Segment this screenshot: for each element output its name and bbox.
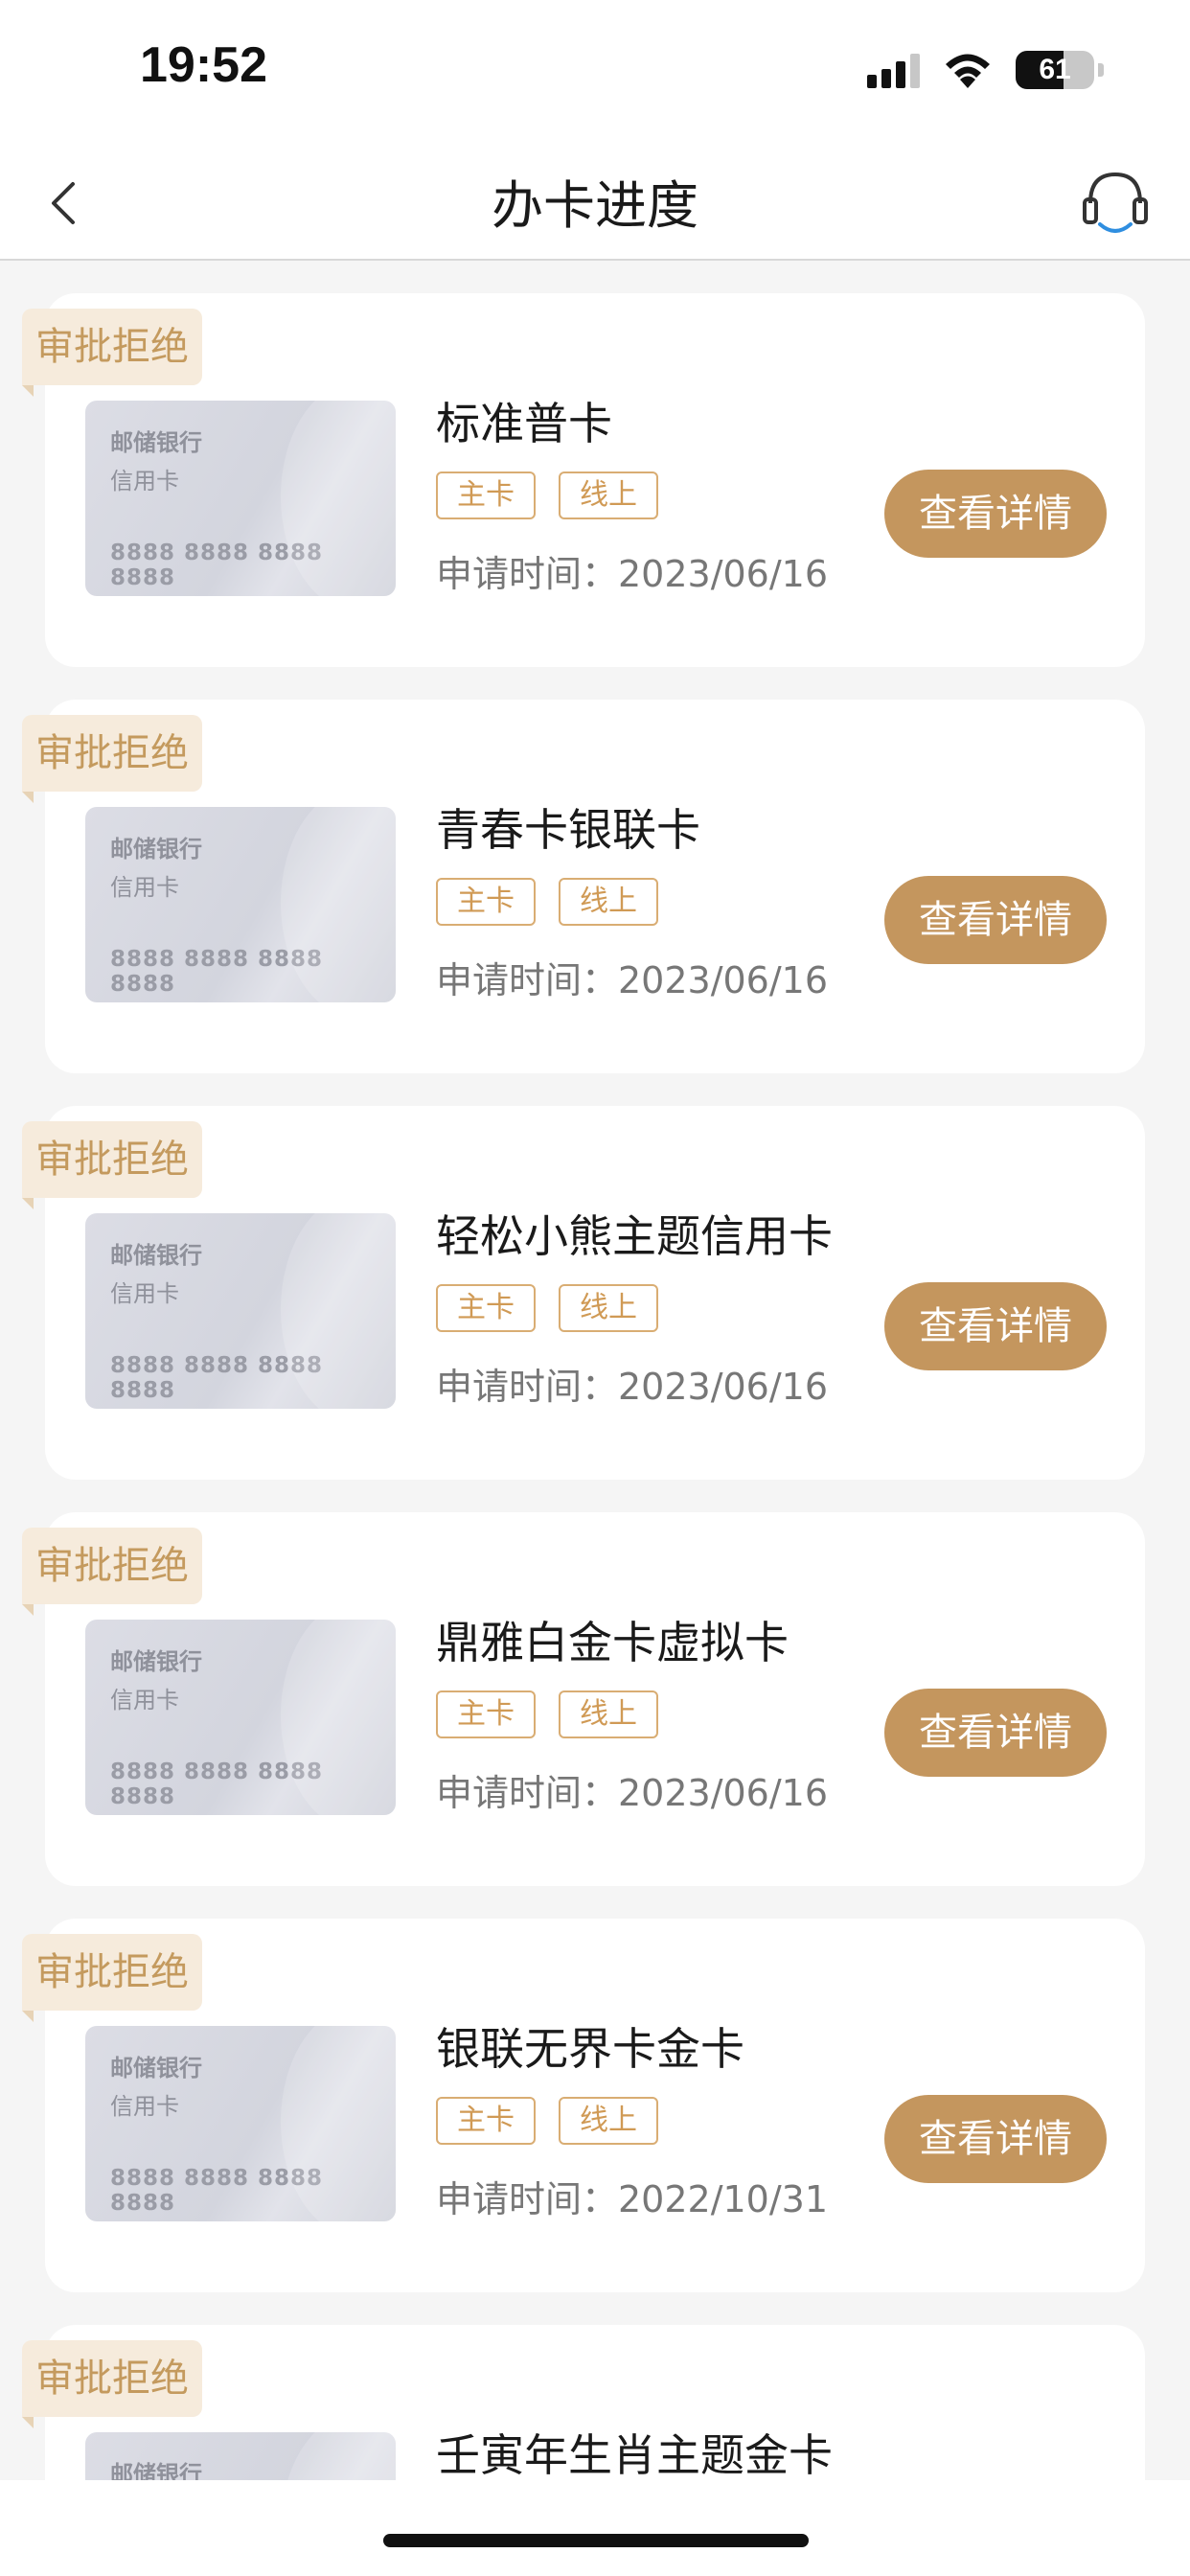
application-card: 审批拒绝 邮储银行 信用卡 8888 8888 8888 8888 轻松小熊主题… — [22, 1106, 1145, 1480]
view-details-button[interactable]: 查看详情 — [884, 1282, 1107, 1370]
tag-online: 线上 — [559, 878, 658, 926]
view-details-button[interactable]: 查看详情 — [884, 470, 1107, 558]
status-badge: 审批拒绝 — [22, 715, 202, 803]
application-card: 审批拒绝 邮储银行 信用卡 8888 8888 8888 8888 标准普卡 主… — [22, 293, 1145, 667]
card-tags: 主卡 线上 — [436, 1690, 658, 1738]
card-number: 8888 8888 8888 8888 — [110, 540, 324, 590]
customer-service-button[interactable] — [1075, 161, 1156, 242]
card-product-name: 标准普卡 — [436, 398, 612, 449]
status-badge: 审批拒绝 — [22, 2340, 202, 2428]
nav-bar: 办卡进度 — [0, 144, 1190, 261]
card-image: 邮储银行 信用卡 8888 8888 8888 8888 — [85, 401, 396, 596]
tag-primary-card: 主卡 — [436, 1690, 536, 1738]
tag-primary-card: 主卡 — [436, 878, 536, 926]
card-image: 邮储银行 信用卡 8888 8888 8888 8888 — [85, 1213, 396, 1409]
card-bank-name: 邮储银行 — [110, 2055, 202, 2082]
status-badge: 审批拒绝 — [22, 1934, 202, 2022]
view-details-button[interactable]: 查看详情 — [884, 876, 1107, 964]
card-product-name: 轻松小熊主题信用卡 — [436, 1210, 833, 1262]
card-number: 8888 8888 8888 8888 — [110, 947, 324, 997]
card-tags: 主卡 线上 — [436, 2097, 658, 2145]
status-icons: 61 — [867, 48, 1104, 92]
card-tags: 主卡 线上 — [436, 472, 658, 519]
card-type-label: 信用卡 — [110, 468, 179, 494]
card-bank-name: 邮储银行 — [110, 429, 202, 456]
apply-date: 申请时间：2023/06/16 — [436, 553, 829, 595]
apply-date: 申请时间：2023/06/16 — [436, 1366, 829, 1408]
card-number: 8888 8888 8888 8888 — [110, 2166, 324, 2216]
card-type-label: 信用卡 — [110, 1687, 179, 1714]
card-image: 邮储银行 信用卡 8888 8888 8888 8888 — [85, 2026, 396, 2221]
tag-online: 线上 — [559, 1690, 658, 1738]
status-bar: 19:52 61 — [0, 0, 1190, 144]
card-type-label: 信用卡 — [110, 1280, 179, 1307]
card-tags: 主卡 线上 — [436, 1284, 658, 1332]
battery-tip — [1098, 63, 1104, 77]
home-indicator-area — [0, 2480, 1190, 2576]
card-product-name: 银联无界卡金卡 — [436, 2023, 744, 2075]
tag-primary-card: 主卡 — [436, 472, 536, 519]
application-card: 审批拒绝 邮储银行 信用卡 8888 8888 8888 8888 银联无界卡金… — [22, 1919, 1145, 2292]
status-badge: 审批拒绝 — [22, 309, 202, 397]
headset-icon — [1083, 172, 1148, 233]
status-badge: 审批拒绝 — [22, 1528, 202, 1616]
card-bank-name: 邮储银行 — [110, 1648, 202, 1675]
card-bank-name: 邮储银行 — [110, 836, 202, 862]
status-badge: 审批拒绝 — [22, 1121, 202, 1209]
card-tags: 主卡 线上 — [436, 878, 658, 926]
card-type-label: 信用卡 — [110, 874, 179, 901]
card-product-name: 鼎雅白金卡虚拟卡 — [436, 1617, 789, 1668]
cellular-signal-icon — [867, 52, 920, 88]
tag-online: 线上 — [559, 1284, 658, 1332]
card-number: 8888 8888 8888 8888 — [110, 1353, 324, 1403]
status-time: 19:52 — [140, 37, 267, 93]
apply-date: 申请时间：2023/06/16 — [436, 1772, 829, 1814]
page-title: 办卡进度 — [492, 175, 698, 236]
card-bank-name: 邮储银行 — [110, 1242, 202, 1269]
card-product-name: 青春卡银联卡 — [436, 804, 700, 856]
card-image: 邮储银行 信用卡 8888 8888 8888 8888 — [85, 1620, 396, 1815]
application-card: 审批拒绝 邮储银行 信用卡 8888 8888 8888 8888 鼎雅白金卡虚… — [22, 1512, 1145, 1886]
battery-level: 61 — [1039, 54, 1071, 85]
card-number: 8888 8888 8888 8888 — [110, 1760, 324, 1809]
card-type-label: 信用卡 — [110, 2093, 179, 2120]
tag-online: 线上 — [559, 2097, 658, 2145]
application-card: 审批拒绝 邮储银行 信用卡 8888 8888 8888 8888 青春卡银联卡… — [22, 700, 1145, 1073]
apply-date: 申请时间：2022/10/31 — [436, 2178, 829, 2220]
view-details-button[interactable]: 查看详情 — [884, 1689, 1107, 1777]
view-details-button[interactable]: 查看详情 — [884, 2095, 1107, 2183]
tag-primary-card: 主卡 — [436, 2097, 536, 2145]
tag-online: 线上 — [559, 472, 658, 519]
tag-primary-card: 主卡 — [436, 1284, 536, 1332]
card-image: 邮储银行 信用卡 8888 8888 8888 8888 — [85, 807, 396, 1002]
card-product-name: 壬寅年生肖主题金卡 — [436, 2429, 833, 2481]
home-indicator[interactable] — [383, 2534, 809, 2547]
apply-date: 申请时间：2023/06/16 — [436, 959, 829, 1001]
battery-icon: 61 — [1016, 51, 1094, 89]
wifi-icon — [946, 54, 990, 88]
